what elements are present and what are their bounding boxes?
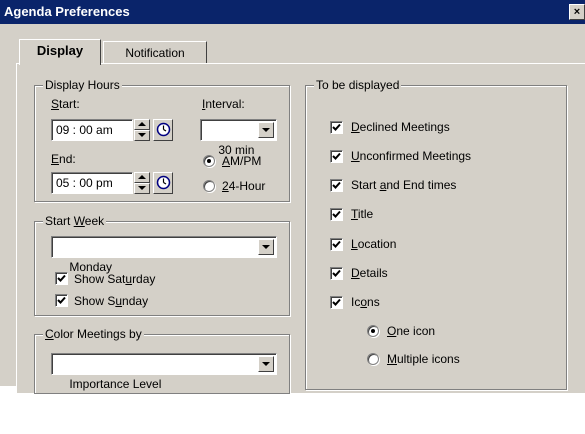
end-label: End:: [51, 152, 76, 166]
checkmark-icon: [332, 240, 341, 248]
unconfirmed-meetings-checkbox[interactable]: [330, 150, 343, 163]
start-time-spinner[interactable]: [134, 119, 150, 141]
24hour-label: 24-Hour: [222, 179, 266, 193]
show-saturday-label: Show Saturday: [74, 272, 156, 286]
spinner-down-icon[interactable]: [134, 183, 150, 194]
location-checkbox[interactable]: [330, 238, 343, 251]
start-label: Start:: [51, 97, 80, 111]
close-icon: ×: [573, 6, 581, 18]
checkmark-icon: [57, 296, 66, 304]
checkmark-icon: [332, 152, 341, 160]
ampm-radio[interactable]: [203, 155, 215, 167]
window-title: Agenda Preferences: [4, 4, 130, 19]
checkmark-icon: [332, 269, 341, 277]
location-label: Location: [351, 237, 397, 251]
tab-display[interactable]: Display: [19, 39, 101, 65]
start-day-select[interactable]: Monday: [51, 236, 277, 274]
to-be-displayed-legend: To be displayed: [314, 78, 402, 92]
declined-meetings-label: Declined Meetings: [351, 120, 450, 134]
chevron-down-icon[interactable]: [258, 356, 274, 372]
color-meetings-legend: Color Meetings by: [43, 327, 144, 341]
icons-checkbox[interactable]: [330, 296, 343, 309]
one-icon-radio[interactable]: [367, 325, 379, 337]
show-sunday-checkbox[interactable]: [55, 294, 68, 307]
start-end-times-label: Start and End times: [351, 178, 457, 192]
show-saturday-checkbox[interactable]: [55, 272, 68, 285]
start-time-input[interactable]: 09 : 00 am: [51, 119, 133, 141]
details-label: Details: [351, 266, 388, 280]
checkmark-icon: [332, 298, 341, 306]
close-button[interactable]: ×: [569, 4, 585, 20]
interval-label: Interval:: [202, 97, 245, 111]
spinner-up-icon[interactable]: [134, 172, 150, 183]
agenda-preferences-dialog: Agenda Preferences × Display Notificatio…: [0, 0, 585, 394]
chevron-down-icon[interactable]: [258, 239, 274, 255]
tab-notification[interactable]: Notification: [103, 41, 207, 63]
checkmark-icon: [332, 123, 341, 131]
checkmark-icon: [57, 274, 66, 282]
declined-meetings-checkbox[interactable]: [330, 121, 343, 134]
color-by-select[interactable]: Importance Level: [51, 353, 277, 391]
start-week-legend: Start Week: [43, 214, 107, 228]
unconfirmed-meetings-label: Unconfirmed Meetings: [351, 149, 472, 163]
chevron-down-icon[interactable]: [258, 122, 274, 138]
start-clock-button[interactable]: [153, 119, 173, 141]
ampm-label: AM/PM: [222, 154, 262, 168]
interval-select[interactable]: 30 min: [200, 119, 277, 157]
title-bar: Agenda Preferences: [0, 0, 585, 24]
tab-label: Notification: [125, 46, 185, 60]
one-icon-label: One icon: [387, 324, 436, 338]
spinner-up-icon[interactable]: [134, 119, 150, 130]
checkmark-icon: [332, 210, 341, 218]
icons-label: Icons: [351, 295, 380, 309]
show-sunday-label: Show Sunday: [74, 294, 149, 308]
color-by-value: Importance Level: [69, 377, 162, 391]
spinner-down-icon[interactable]: [134, 130, 150, 141]
title-checkbox[interactable]: [330, 208, 343, 221]
tab-label: Display: [36, 43, 84, 58]
multiple-icons-radio[interactable]: [367, 353, 379, 365]
title-label: Title: [351, 207, 374, 221]
clock-icon: [156, 175, 171, 190]
end-time-input[interactable]: 05 : 00 pm: [51, 172, 133, 194]
details-checkbox[interactable]: [330, 267, 343, 280]
start-end-times-checkbox[interactable]: [330, 179, 343, 192]
clock-icon: [156, 122, 171, 137]
24hour-radio[interactable]: [203, 180, 215, 192]
end-time-spinner[interactable]: [134, 172, 150, 194]
end-clock-button[interactable]: [153, 172, 173, 194]
checkmark-icon: [332, 181, 341, 189]
multiple-icons-label: Multiple icons: [387, 352, 460, 366]
display-hours-legend: Display Hours: [43, 78, 122, 92]
